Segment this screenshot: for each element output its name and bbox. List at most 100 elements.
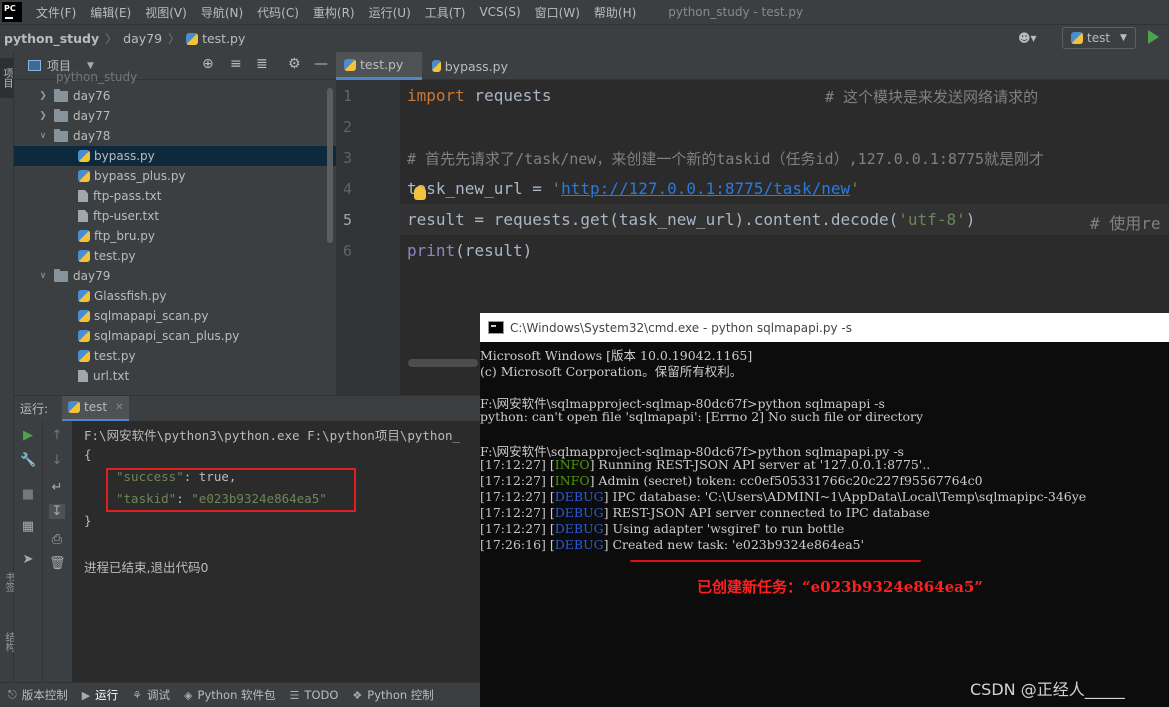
soft-wrap-icon[interactable]: ↵ <box>49 480 65 495</box>
menu-run[interactable]: 运行(U) <box>369 4 411 21</box>
project-tool-window-button[interactable]: 项目 <box>0 58 14 98</box>
rerun-icon[interactable]: ▶ <box>20 428 36 443</box>
menu-bar: PC 文件(F) 编辑(E) 视图(V) 导航(N) 代码(C) 重构(R) 运… <box>0 0 1169 24</box>
tree-file-test-day78[interactable]: test.py <box>76 246 136 266</box>
output-line: } <box>84 513 92 528</box>
tree-folder-day79[interactable]: ∨ day79 <box>38 266 110 286</box>
project-tree-scrollbar[interactable] <box>327 88 333 243</box>
tool-python-packages[interactable]: ◈ Python 软件包 <box>184 687 276 703</box>
navigation-bar: python_study 〉 day79 〉 test.py <box>0 24 1169 52</box>
cmd-line: python: can't open file 'sqlmapapi': [Er… <box>480 409 924 424</box>
text-file-icon <box>78 210 88 222</box>
python-file-icon <box>78 170 90 182</box>
cmd-line: (c) Microsoft Corporation。保留所有权利。 <box>480 364 743 379</box>
tree-file-sqlmapapi-scan-plus[interactable]: sqlmapapi_scan_plus.py <box>76 326 239 346</box>
pin-icon[interactable]: ➤ <box>20 552 36 567</box>
print-icon[interactable]: ⎙ <box>49 532 65 547</box>
tree-folder-day77[interactable]: ❯ day77 <box>38 106 110 126</box>
code-comment: # 这个模块是来发送网络请求的 <box>825 88 1039 106</box>
tool-version-control[interactable]: ⎋ 版本控制 <box>8 687 68 703</box>
line-number: 6 <box>342 242 352 260</box>
pycharm-logo-icon: PC <box>2 2 22 22</box>
tree-folder-day78[interactable]: ∨ day78 <box>38 126 110 146</box>
tab-test-py[interactable]: test.py <box>336 52 422 80</box>
cmd-log-line: [17:26:16] [DEBUG] Created new task: 'e0… <box>480 537 865 552</box>
menu-edit[interactable]: 编辑(E) <box>90 4 131 21</box>
gear-icon[interactable]: ⚙ <box>288 56 301 72</box>
chevron-down-icon[interactable]: ∨ <box>38 271 48 281</box>
python-file-icon <box>344 58 356 71</box>
tree-file-sqlmapapi-scan[interactable]: sqlmapapi_scan.py <box>76 306 209 326</box>
tree-file-ftp-user[interactable]: ftp-user.txt <box>76 206 159 226</box>
menu-view[interactable]: 视图(V) <box>145 4 187 21</box>
chevron-down-icon[interactable]: ▼ <box>87 61 94 71</box>
breadcrumb-folder[interactable]: day79 <box>123 31 162 46</box>
project-folder-icon <box>28 60 41 71</box>
window-title: python_study - test.py <box>668 5 804 19</box>
chevron-right-icon[interactable]: ❯ <box>38 111 48 121</box>
breadcrumb-separator-icon: 〉 <box>168 32 181 46</box>
python-file-icon <box>78 310 90 322</box>
tool-todo[interactable]: ☰ TODO <box>290 688 339 702</box>
run-play-icon[interactable] <box>1148 30 1159 44</box>
editor-tab-bar: test.py bypass.py <box>336 52 1169 80</box>
stop-icon[interactable]: ■ <box>20 487 36 502</box>
csdn-watermark: CSDN @正经人_____ <box>970 680 1125 699</box>
menu-help[interactable]: 帮助(H) <box>594 4 636 21</box>
python-file-icon <box>78 350 90 362</box>
layout-icon[interactable]: ▦ <box>20 519 36 534</box>
trash-icon[interactable]: 🗑 <box>49 556 66 571</box>
hide-panel-icon[interactable]: — <box>314 56 328 72</box>
close-icon[interactable]: ✕ <box>115 402 123 413</box>
cmd-window-titlebar[interactable]: C:\Windows\System32\cmd.exe - python sql… <box>480 313 1169 342</box>
run-tab-test[interactable]: test ✕ <box>62 395 130 422</box>
user-account-icon[interactable]: ☻▾ <box>1018 31 1037 45</box>
menu-navigate[interactable]: 导航(N) <box>201 4 243 21</box>
collapse-all-icon[interactable]: ≣ <box>256 56 268 72</box>
lightbulb-icon[interactable] <box>414 186 426 200</box>
expand-all-icon[interactable]: ≡ <box>230 56 242 72</box>
tree-file-ftp-pass[interactable]: ftp-pass.txt <box>76 186 161 206</box>
locate-file-icon[interactable]: ⊕ <box>202 56 214 72</box>
tree-file-bypass-plus[interactable]: bypass_plus.py <box>76 166 186 186</box>
menu-refactor[interactable]: 重构(R) <box>313 4 355 21</box>
tree-file-url[interactable]: url.txt <box>76 366 129 386</box>
code-line-6[interactable]: print(result) <box>407 241 532 260</box>
run-panel-header: 运行: test ✕ <box>14 395 480 422</box>
tree-file-glassfish[interactable]: Glassfish.py <box>76 286 166 306</box>
menu-vcs[interactable]: VCS(S) <box>479 5 520 19</box>
breadcrumb-project[interactable]: python_study <box>4 31 99 46</box>
code-line-5[interactable]: result = requests.get(task_new_url).cont… <box>407 210 975 229</box>
package-icon: ◈ <box>184 688 193 702</box>
tool-run[interactable]: ▶ 运行 <box>82 687 118 703</box>
text-file-icon <box>78 190 88 202</box>
menu-file[interactable]: 文件(F) <box>36 4 76 21</box>
editor-horizontal-scrollbar[interactable] <box>408 359 478 367</box>
tree-file-ftp-bru[interactable]: ftp_bru.py <box>76 226 155 246</box>
run-configuration-dropdown[interactable]: test ▼ <box>1062 27 1136 49</box>
play-icon: ▶ <box>81 688 91 702</box>
code-line-3[interactable]: # 首先先请求了/task/new，来创建一个新的taskid（任务id）,12… <box>407 148 1044 169</box>
tab-bypass-py[interactable]: bypass.py <box>424 52 516 80</box>
menu-tools[interactable]: 工具(T) <box>425 4 466 21</box>
tree-file-test-day79[interactable]: test.py <box>76 346 136 366</box>
tree-folder-day76[interactable]: ❯ day76 <box>38 86 110 106</box>
code-line-4[interactable]: task_new_url = 'http://127.0.0.1:8775/ta… <box>407 179 860 198</box>
tool-debug[interactable]: ⚘ 调试 <box>132 687 170 703</box>
line-number: 3 <box>342 149 352 167</box>
tree-file-bypass[interactable]: bypass.py <box>14 146 336 166</box>
scroll-to-end-icon[interactable]: ↧ <box>49 504 65 519</box>
menu-code[interactable]: 代码(C) <box>257 4 299 21</box>
breadcrumb-file[interactable]: test.py <box>202 31 245 46</box>
tool-python-console[interactable]: ❖ Python 控制 <box>352 687 433 703</box>
arrow-down-icon[interactable]: ↓ <box>49 453 65 468</box>
wrench-icon[interactable]: 🔧 <box>20 453 36 468</box>
arrow-up-icon[interactable]: ↑ <box>49 428 65 443</box>
output-line: { <box>84 447 92 462</box>
chevron-right-icon[interactable]: ❯ <box>38 91 48 101</box>
chevron-down-icon[interactable]: ∨ <box>38 131 48 141</box>
line-number: 1 <box>342 87 352 105</box>
menu-window[interactable]: 窗口(W) <box>535 4 580 21</box>
code-line-1[interactable]: import requests <box>407 86 552 105</box>
run-console-output[interactable] <box>72 421 480 682</box>
